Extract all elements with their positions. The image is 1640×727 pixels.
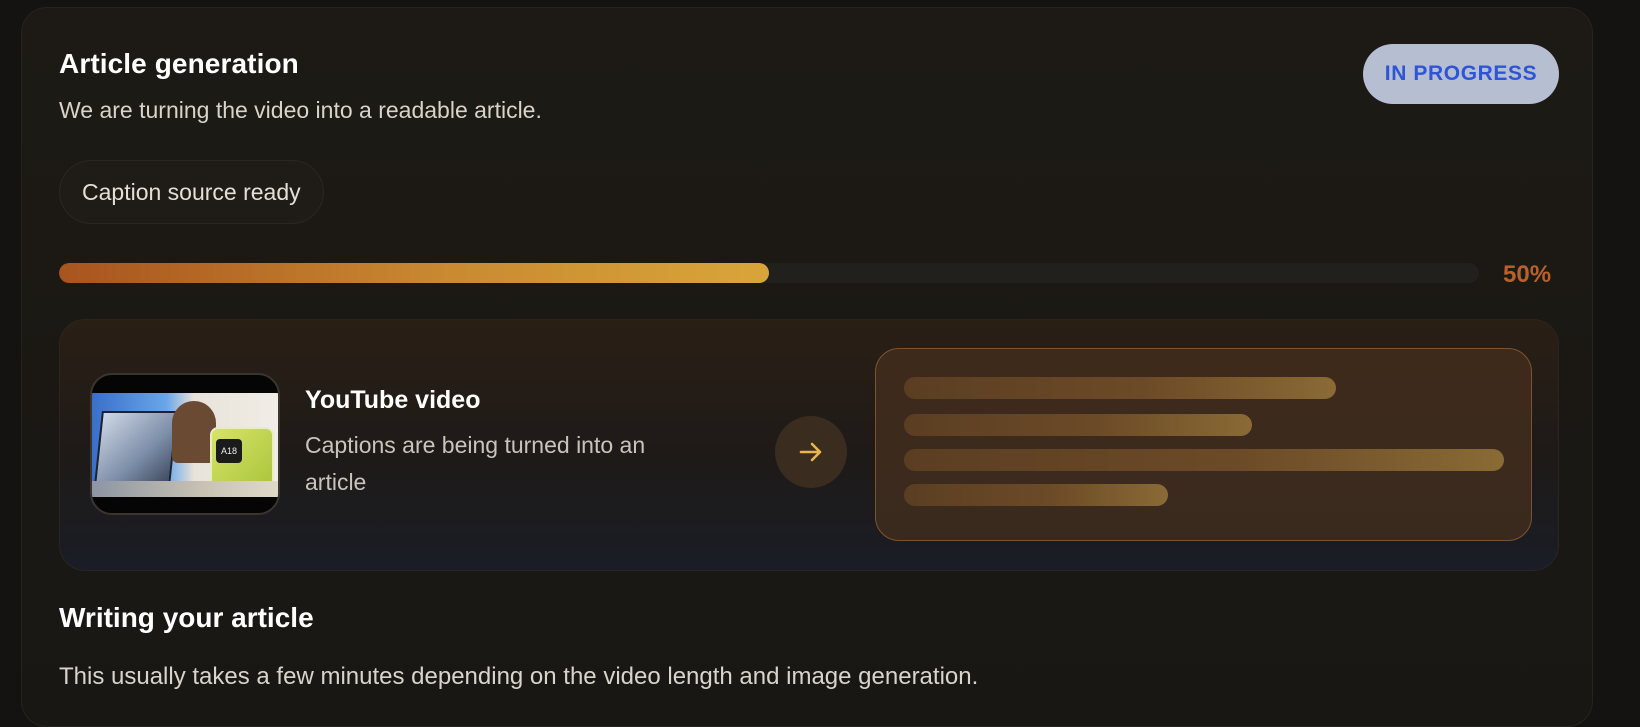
thumbnail-laptop bbox=[94, 411, 178, 485]
progress-percent: 50% bbox=[1503, 261, 1552, 288]
video-description: Captions are being turned into an articl… bbox=[305, 432, 646, 495]
video-thumbnail: A18 bbox=[90, 373, 280, 515]
thumbnail-chip-label: A18 bbox=[216, 439, 242, 463]
arrow-right-glyph bbox=[799, 442, 822, 462]
writing-description: This usually takes a few minutes dependi… bbox=[59, 663, 979, 690]
writing-title: Writing your article bbox=[59, 602, 314, 633]
card-subtitle: We are turning the video into a readable… bbox=[59, 97, 542, 123]
card-title: Article generation bbox=[59, 48, 299, 79]
arrow-right-icon bbox=[775, 416, 847, 488]
progress-bar bbox=[59, 263, 1479, 283]
conversion-panel: A18 YouTube video Captions are being tur… bbox=[59, 319, 1559, 571]
preview-line bbox=[904, 449, 1504, 471]
status-badge: IN PROGRESS bbox=[1363, 44, 1559, 104]
thumbnail-scene: A18 bbox=[92, 393, 278, 497]
preview-line bbox=[904, 484, 1168, 506]
progress-fill bbox=[59, 263, 769, 283]
video-title: YouTube video bbox=[305, 386, 481, 414]
article-generation-card: Article generation We are turning the vi… bbox=[21, 7, 1593, 727]
caption-source-label: Caption source ready bbox=[82, 178, 301, 205]
preview-line bbox=[904, 414, 1252, 436]
thumbnail-desk bbox=[92, 481, 278, 497]
caption-source-chip: Caption source ready bbox=[59, 160, 324, 224]
preview-line bbox=[904, 377, 1336, 399]
article-preview-skeleton bbox=[875, 348, 1532, 541]
